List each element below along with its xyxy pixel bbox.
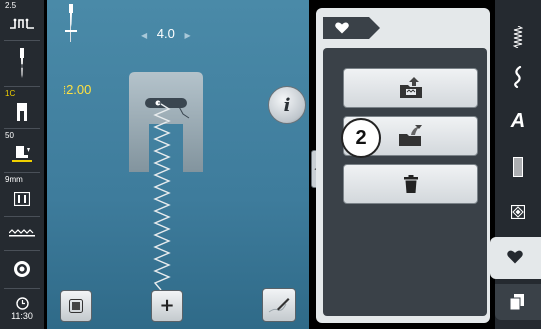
category-tab-bar: A	[495, 0, 541, 329]
square-view-icon	[69, 299, 83, 313]
tab-buttonholes[interactable]	[495, 150, 541, 184]
stitch-display-area: ◀ 4.0 ▶ ⁞2.00 i +	[47, 0, 309, 329]
bobbin-icon	[14, 261, 30, 277]
stitch-plate-icon	[14, 192, 30, 206]
upper-thread-tension-button[interactable]: 2.5	[0, 0, 44, 38]
quilt-icon	[511, 205, 525, 219]
chevron-left-icon[interactable]: ◀	[141, 31, 147, 40]
tab-alphabets[interactable]: A	[495, 104, 541, 138]
needle-position-icon[interactable]	[65, 4, 77, 34]
chevron-right-icon[interactable]: ▶	[184, 31, 190, 40]
memory-icon	[510, 294, 524, 310]
clock-button[interactable]: 11:30	[0, 290, 44, 328]
panel-content	[323, 48, 487, 316]
left-sidebar: 2.5 1C 50 9mm 11:30	[0, 0, 44, 329]
tab-quilt-stitches[interactable]	[495, 195, 541, 229]
stitch-plate-label: 9mm	[5, 175, 23, 184]
folder-upload-icon	[399, 77, 422, 98]
stitch-view-button[interactable]	[60, 290, 92, 322]
zigzag-stitch-preview	[153, 103, 171, 291]
thread-tension-icon	[10, 18, 34, 29]
buttonhole-icon	[513, 157, 523, 177]
clock-icon	[15, 297, 29, 310]
personal-program-panel	[316, 8, 490, 323]
presser-foot-icon	[17, 103, 27, 121]
tab-decorative-stitches[interactable]	[495, 60, 541, 94]
feed-dog-button[interactable]	[0, 218, 44, 248]
needle-icon	[20, 48, 24, 78]
info-icon: i	[283, 94, 291, 116]
decorative-stitch-icon	[514, 66, 522, 88]
edit-button[interactable]	[262, 288, 296, 322]
callout-badge: 2	[341, 118, 381, 158]
save-to-folder-button[interactable]	[343, 68, 478, 108]
trash-icon	[403, 175, 418, 193]
tension-value: 2.5	[5, 1, 17, 10]
presser-foot-number: 1C	[5, 89, 16, 98]
tab-personal-program[interactable]	[490, 237, 541, 279]
needle-selection-button[interactable]	[0, 42, 44, 84]
zigzag-stitch-icon	[513, 26, 523, 48]
presser-foot-pressure-icon	[12, 146, 32, 162]
pressure-value: 50	[5, 131, 14, 140]
presser-foot-pressure-button[interactable]: 50	[0, 130, 44, 170]
folder-overwrite-icon	[398, 125, 422, 146]
add-stitch-button[interactable]: +	[151, 290, 183, 322]
stitch-length-control[interactable]: ⁞2.00	[63, 82, 91, 97]
tab-practical-stitches[interactable]	[495, 20, 541, 54]
stitch-plate-button[interactable]: 9mm	[0, 174, 44, 214]
pen-edit-icon	[268, 298, 290, 313]
stitch-length-value: 2.00	[66, 82, 92, 97]
presser-foot-button[interactable]: 1C	[0, 88, 44, 126]
feed-dog-icon	[9, 229, 35, 237]
stitch-width-control[interactable]: ◀ 4.0 ▶	[141, 26, 191, 41]
heart-icon	[335, 22, 349, 34]
info-button[interactable]: i	[268, 86, 306, 124]
plus-icon: +	[159, 295, 175, 316]
stitch-width-value: 4.0	[156, 26, 175, 41]
letter-a-icon: A	[510, 109, 526, 132]
heart-icon	[507, 250, 523, 264]
bobbin-button[interactable]	[0, 252, 44, 286]
delete-button[interactable]	[343, 164, 478, 204]
clock-time: 11:30	[11, 311, 33, 321]
panel-header-tab	[323, 17, 380, 39]
tab-memory[interactable]	[495, 284, 541, 320]
